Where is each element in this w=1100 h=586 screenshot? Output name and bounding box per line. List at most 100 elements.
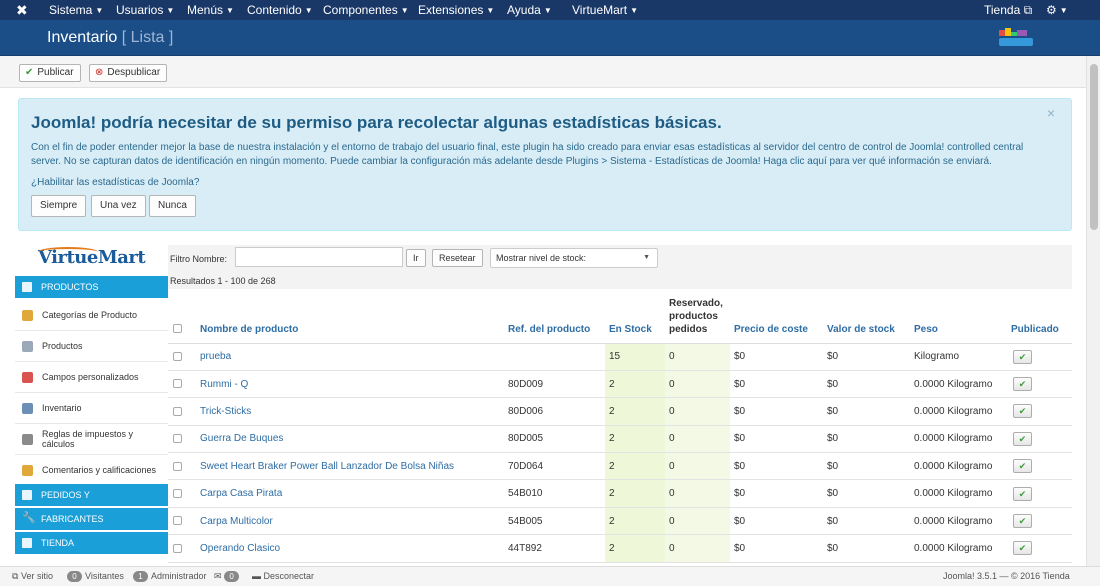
- col-stock[interactable]: En Stock: [605, 289, 665, 344]
- filter-name-input[interactable]: [235, 247, 403, 267]
- product-name-link[interactable]: Carpa Casa Pirata: [196, 479, 504, 508]
- always-button[interactable]: Siempre: [31, 195, 87, 217]
- product-sku: 80D005: [504, 425, 605, 454]
- row-checkbox[interactable]: [173, 516, 182, 526]
- product-stock: 2: [605, 425, 665, 454]
- product-cost: $0: [730, 425, 823, 454]
- published-cell: ✔: [1007, 397, 1072, 426]
- product-name-link[interactable]: Rummi - Q: [196, 370, 504, 399]
- cancel-circle-icon: ⊗: [95, 67, 104, 78]
- settings-menu[interactable]: ⚙ ▼: [1046, 3, 1068, 18]
- product-name-link[interactable]: Carpa Multicolor: [196, 507, 504, 536]
- select-all-cell: [168, 289, 196, 344]
- product-stock: 2: [605, 397, 665, 426]
- chevron-down-icon: ▼: [643, 254, 650, 261]
- row-checkbox[interactable]: [173, 461, 182, 471]
- product-name-link[interactable]: Operando Clasico: [196, 534, 504, 563]
- sidebar-item-comentarios[interactable]: Comentarios y calificaciones: [15, 455, 168, 486]
- puzzle-icon: [22, 372, 33, 383]
- published-toggle[interactable]: ✔: [1013, 404, 1032, 419]
- col-weight[interactable]: Peso: [910, 289, 1007, 344]
- row-checkbox[interactable]: [173, 352, 182, 362]
- never-button[interactable]: Nunca: [149, 195, 196, 217]
- published-toggle[interactable]: ✔: [1013, 486, 1032, 501]
- caret-down-icon: ▼: [486, 6, 495, 15]
- check-icon: ✔: [25, 67, 34, 78]
- caret-down-icon: ▼: [1059, 6, 1068, 15]
- sidebar-header-orders[interactable]: PEDIDOS Y: [15, 484, 168, 506]
- published-toggle[interactable]: ✔: [1013, 541, 1032, 556]
- check-icon: ✔: [1018, 488, 1027, 499]
- unpublish-button[interactable]: ⊗ Despublicar: [89, 64, 168, 82]
- joomla-logo-icon[interactable]: ✖: [16, 3, 28, 17]
- menu-label: Extensiones: [418, 3, 484, 17]
- published-toggle[interactable]: ✔: [1013, 459, 1032, 474]
- visitors-indicator: 0 Visitantes: [67, 571, 124, 582]
- check-icon: ✔: [1018, 433, 1027, 444]
- col-reserved[interactable]: Reservado, productos pedidos: [665, 289, 730, 344]
- minus-icon: ▬: [252, 571, 261, 581]
- menu-men-s[interactable]: Menús ▼: [187, 3, 234, 18]
- published-toggle[interactable]: ✔: [1013, 431, 1032, 446]
- sidebar-item-productos[interactable]: Productos: [15, 331, 168, 362]
- sidebar-item-reglas[interactable]: Reglas de impuestos y cálculos: [15, 424, 168, 455]
- folder-icon: [22, 310, 33, 321]
- product-cost: $0: [730, 343, 823, 371]
- once-button[interactable]: Una vez: [91, 195, 146, 217]
- sidebar-item-categorias[interactable]: Categorías de Producto: [15, 300, 168, 331]
- published-toggle[interactable]: ✔: [1013, 349, 1032, 364]
- messages-badge: 0: [224, 571, 240, 582]
- sidebar-item-label: Productos: [42, 341, 83, 351]
- product-stock-value: $0: [823, 370, 910, 399]
- orders-icon: [22, 490, 32, 500]
- go-button[interactable]: Ir: [406, 249, 426, 267]
- sidebar-header-manufacturers[interactable]: 🔧 FABRICANTES: [15, 508, 168, 530]
- page-scrollbar[interactable]: [1086, 56, 1100, 566]
- store-link-label: Tienda: [984, 3, 1021, 17]
- page-header: Inventario [ Lista ]: [0, 20, 1100, 56]
- products-icon: [22, 282, 32, 292]
- logout-link[interactable]: ▬ Desconectar: [252, 571, 314, 582]
- menu-virtuemart[interactable]: VirtueMart ▼: [572, 3, 638, 18]
- sidebar-header-store[interactable]: TIENDA: [15, 532, 168, 554]
- sidebar-header-products[interactable]: PRODUCTOS: [15, 276, 168, 298]
- product-name-link[interactable]: prueba: [196, 343, 504, 371]
- menu-contenido[interactable]: Contenido ▼: [247, 3, 313, 18]
- col-value[interactable]: Valor de stock: [823, 289, 910, 344]
- menu-componentes[interactable]: Componentes ▼: [323, 3, 409, 18]
- published-cell: ✔: [1007, 370, 1072, 399]
- col-cost[interactable]: Precio de coste: [730, 289, 823, 344]
- reset-button[interactable]: Resetear: [432, 249, 483, 267]
- menu-extensiones[interactable]: Extensiones ▼: [418, 3, 494, 18]
- product-name-link[interactable]: Trick-Sticks: [196, 397, 504, 426]
- row-checkbox[interactable]: [173, 434, 182, 444]
- menu-usuarios[interactable]: Usuarios ▼: [116, 3, 174, 18]
- select-all-checkbox[interactable]: [173, 324, 182, 334]
- row-checkbox[interactable]: [173, 406, 182, 416]
- view-site-link[interactable]: ⧉ Ver sitio: [12, 571, 53, 582]
- row-checkbox[interactable]: [173, 379, 182, 389]
- table-row: Guerra De Buques 80D005 2 0 $0 $0 0.0000 Kilog…: [168, 425, 1072, 454]
- published-toggle[interactable]: ✔: [1013, 514, 1032, 529]
- menu-label: Menús: [187, 3, 224, 17]
- col-name[interactable]: Nombre de producto: [196, 289, 504, 344]
- col-published[interactable]: Publicado: [1007, 289, 1072, 344]
- product-name-link[interactable]: Sweet Heart Braker Power Ball Lanzador D…: [196, 452, 504, 481]
- row-checkbox[interactable]: [173, 543, 182, 553]
- product-cost: $0: [730, 452, 823, 481]
- row-checkbox[interactable]: [173, 489, 182, 498]
- sidebar-item-inventario[interactable]: Inventario: [15, 393, 168, 424]
- messages-indicator[interactable]: ✉ 0: [214, 571, 242, 582]
- menu-ayuda[interactable]: Ayuda ▼: [507, 3, 552, 18]
- store-link[interactable]: Tienda ⧉: [984, 3, 1032, 17]
- sidebar-item-campos[interactable]: Campos personalizados: [15, 362, 168, 393]
- product-name-link[interactable]: Guerra De Buques: [196, 425, 504, 454]
- close-icon[interactable]: ×: [1047, 105, 1055, 121]
- scrollbar-thumb[interactable]: [1090, 64, 1098, 230]
- publish-button[interactable]: ✔ Publicar: [19, 64, 81, 82]
- store-icon: [22, 538, 32, 548]
- col-sku[interactable]: Ref. del producto: [504, 289, 605, 344]
- stock-level-select[interactable]: Mostrar nivel de stock: ▼: [490, 248, 658, 268]
- menu-sistema[interactable]: Sistema ▼: [49, 3, 103, 18]
- published-toggle[interactable]: ✔: [1013, 377, 1032, 392]
